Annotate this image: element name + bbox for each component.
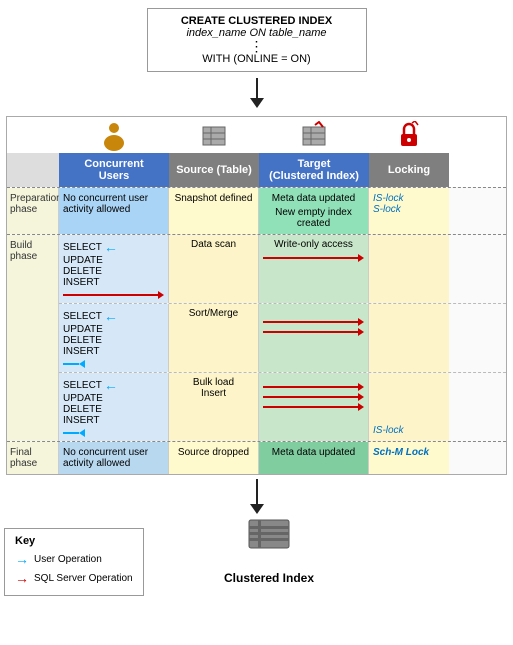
index-icon — [301, 121, 327, 151]
key-arrow-blue: → — [15, 551, 29, 567]
build-concurrent-3: SELECT ← UPDATE DELETE INSERT — [59, 373, 169, 441]
prep-locking-cell: IS-lock S-lock — [369, 188, 449, 234]
build-phase-label: Build phase — [7, 235, 59, 441]
lock-icon — [398, 121, 420, 151]
icon-row — [7, 117, 506, 153]
sql-title: CREATE CLUSTERED INDEX — [158, 15, 356, 27]
page-wrapper: CREATE CLUSTERED INDEX index_name ON tab… — [0, 0, 513, 604]
build-source-1: Data scan — [169, 235, 259, 303]
final-phase-content: No concurrent user activity allowed Sour… — [59, 442, 506, 474]
clustered-index-section: Clustered Index — [224, 518, 314, 585]
prep-concurrent-cell: No concurrent user activity allowed — [59, 188, 169, 234]
build-phase: Build phase SELECT ← UPDATE DELETE — [7, 234, 506, 441]
build-target-2 — [259, 304, 369, 372]
header-source: Source (Table) — [169, 153, 259, 187]
build-row-2: SELECT ← UPDATE DELETE INSERT Sort/Merge — [59, 303, 506, 372]
icon-concurrent — [59, 117, 169, 153]
clustered-index-icon — [244, 518, 294, 563]
preparation-phase-label: Preparation phase — [7, 188, 59, 234]
final-concurrent-cell: No concurrent user activity allowed — [59, 442, 169, 474]
key-box: Key → User Operation → SQL Server Operat… — [4, 528, 144, 596]
preparation-phase: Preparation phase No concurrent user act… — [7, 187, 506, 234]
final-target-cell: Meta data updated — [259, 442, 369, 474]
build-row-3: SELECT ← UPDATE DELETE INSERT Bulk load … — [59, 372, 506, 441]
person-icon — [100, 121, 128, 151]
build-locking-3: IS-lock — [369, 373, 449, 441]
header-concurrent: Concurrent Users — [59, 153, 169, 187]
build-locking-2 — [369, 304, 449, 372]
icon-target — [259, 117, 369, 153]
sql-with: WITH (ONLINE = ON) — [158, 53, 356, 65]
bottom-content: Key → User Operation → SQL Server Operat… — [4, 518, 509, 596]
sql-dots: ⋮ — [158, 39, 356, 53]
final-phase-label: Final phase — [7, 442, 59, 474]
header-phase-spacer — [7, 153, 59, 187]
header-target: Target (Clustered Index) — [259, 153, 369, 187]
sql-to-table-arrow — [4, 78, 509, 108]
main-diagram: Concurrent Users Source (Table) Target (… — [6, 116, 507, 475]
final-phase: Final phase No concurrent user activity … — [7, 441, 506, 474]
icon-source — [169, 117, 259, 153]
prep-target-cell: Meta data updated New empty index create… — [259, 188, 369, 234]
build-source-2: Sort/Merge — [169, 304, 259, 372]
build-target-1: Write-only access — [259, 235, 369, 303]
phase-label-spacer — [7, 117, 59, 153]
key-item-sql: → SQL Server Operation — [15, 570, 133, 586]
build-target-3 — [259, 373, 369, 441]
header-locking: Locking — [369, 153, 449, 187]
build-phase-content: SELECT ← UPDATE DELETE INSERT — [59, 235, 506, 441]
build-concurrent-2: SELECT ← UPDATE DELETE INSERT — [59, 304, 169, 372]
bottom-arrow-section — [4, 479, 509, 514]
sql-box: CREATE CLUSTERED INDEX index_name ON tab… — [147, 8, 367, 72]
key-arrow-red: → — [15, 570, 29, 586]
build-concurrent-1: SELECT ← UPDATE DELETE INSERT — [59, 235, 169, 303]
key-item-user: → User Operation — [15, 551, 133, 567]
final-locking-cell: Sch-M Lock — [369, 442, 449, 474]
build-locking-1 — [369, 235, 449, 303]
prep-source-cell: Snapshot defined — [169, 188, 259, 234]
final-source-cell: Source dropped — [169, 442, 259, 474]
build-row-1: SELECT ← UPDATE DELETE INSERT — [59, 235, 506, 303]
table-icon — [201, 121, 227, 151]
preparation-phase-content: No concurrent user activity allowed Snap… — [59, 188, 506, 234]
build-source-3: Bulk load Insert — [169, 373, 259, 441]
icon-locking — [369, 117, 449, 153]
key-title: Key — [15, 535, 133, 547]
clustered-index-label: Clustered Index — [224, 571, 314, 585]
header-row: Concurrent Users Source (Table) Target (… — [7, 153, 506, 187]
